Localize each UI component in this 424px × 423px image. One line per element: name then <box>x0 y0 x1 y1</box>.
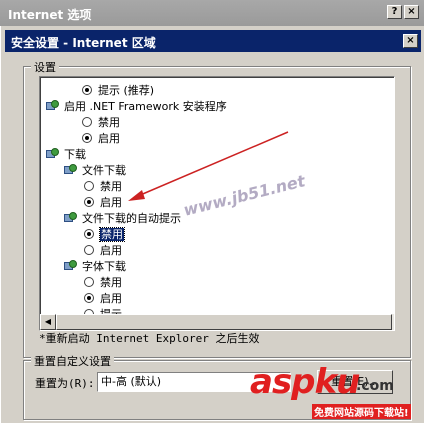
setting-category: 文件下载的自动提示 <box>64 211 181 227</box>
setting-option[interactable]: 禁用 <box>84 275 122 291</box>
aspku-com-watermark: .com <box>356 378 394 394</box>
settings-category-icon <box>64 212 78 224</box>
settings-category-icon <box>46 148 60 160</box>
settings-group-label: 设置 <box>31 59 59 75</box>
settings-category-icon <box>46 100 60 112</box>
setting-option[interactable]: 启用 <box>84 243 122 259</box>
restart-note: *重新启动 Internet Explorer 之后生效 <box>39 332 260 345</box>
setting-category: 启用 .NET Framework 安装程序 <box>46 99 227 115</box>
settings-category-icon <box>64 164 78 176</box>
setting-label: 禁用 <box>99 227 125 242</box>
setting-label: 禁用 <box>100 276 122 289</box>
radio-button[interactable] <box>84 293 94 303</box>
setting-label: 启用 <box>100 244 122 257</box>
aspku-watermark: aspku <box>250 362 360 402</box>
setting-label: 提示 (推荐) <box>98 84 155 97</box>
setting-category: 字体下载 <box>64 259 126 275</box>
background-close-button[interactable]: × <box>404 5 419 19</box>
setting-category: 下载 <box>46 147 86 163</box>
dialog-titlebar: 安全设置 - Internet 区域 × <box>5 30 421 52</box>
setting-label: 禁用 <box>100 180 122 193</box>
background-window-title: Internet 选项 <box>8 8 92 22</box>
help-button[interactable]: ? <box>387 5 402 19</box>
setting-label: 启用 <box>100 196 122 209</box>
setting-label: 启用 <box>100 292 122 305</box>
radio-button[interactable] <box>84 197 94 207</box>
setting-label: 文件下载 <box>82 164 126 177</box>
reset-label: 重置为(R): <box>35 377 95 390</box>
setting-option[interactable]: 禁用 <box>84 227 125 243</box>
setting-option[interactable]: 启用 <box>82 131 120 147</box>
setting-option[interactable]: 禁用 <box>84 179 122 195</box>
horizontal-scrollbar[interactable]: ◀ ▶ <box>40 314 394 330</box>
setting-label: 文件下载的自动提示 <box>82 212 181 225</box>
reset-group-label: 重置自定义设置 <box>31 353 114 369</box>
scroll-left-button[interactable]: ◀ <box>40 314 56 330</box>
setting-label: 启用 .NET Framework 安装程序 <box>64 100 227 113</box>
dialog-close-button[interactable]: × <box>403 34 418 48</box>
setting-category: 文件下载 <box>64 163 126 179</box>
setting-label: 禁用 <box>98 116 120 129</box>
dialog-title: 安全设置 - Internet 区域 <box>11 36 156 50</box>
setting-option[interactable]: 禁用 <box>82 115 120 131</box>
radio-button[interactable] <box>82 133 92 143</box>
background-window-titlebar: Internet 选项 ? × <box>0 0 424 27</box>
reset-level-value: 中-高 (默认) <box>101 375 162 388</box>
aspku-sub-watermark: 免费网站源码下载站! <box>312 404 411 419</box>
setting-option[interactable]: 启用 <box>84 291 122 307</box>
radio-button[interactable] <box>84 245 94 255</box>
radio-button[interactable] <box>82 117 92 127</box>
radio-button[interactable] <box>84 181 94 191</box>
radio-button[interactable] <box>82 85 92 95</box>
setting-option[interactable]: 启用 <box>84 195 122 211</box>
radio-button[interactable] <box>84 277 94 287</box>
settings-category-icon <box>64 260 78 272</box>
hscroll-thumb[interactable] <box>56 314 392 330</box>
security-settings-dialog: 安全设置 - Internet 区域 × 设置 提示 (推荐) 启用 .NET F… <box>0 26 424 423</box>
setting-label: 启用 <box>98 132 120 145</box>
setting-label: 下载 <box>64 148 86 161</box>
setting-option[interactable]: 提示 (推荐) <box>82 83 154 99</box>
setting-label: 字体下载 <box>82 260 126 273</box>
radio-button[interactable] <box>84 229 94 239</box>
